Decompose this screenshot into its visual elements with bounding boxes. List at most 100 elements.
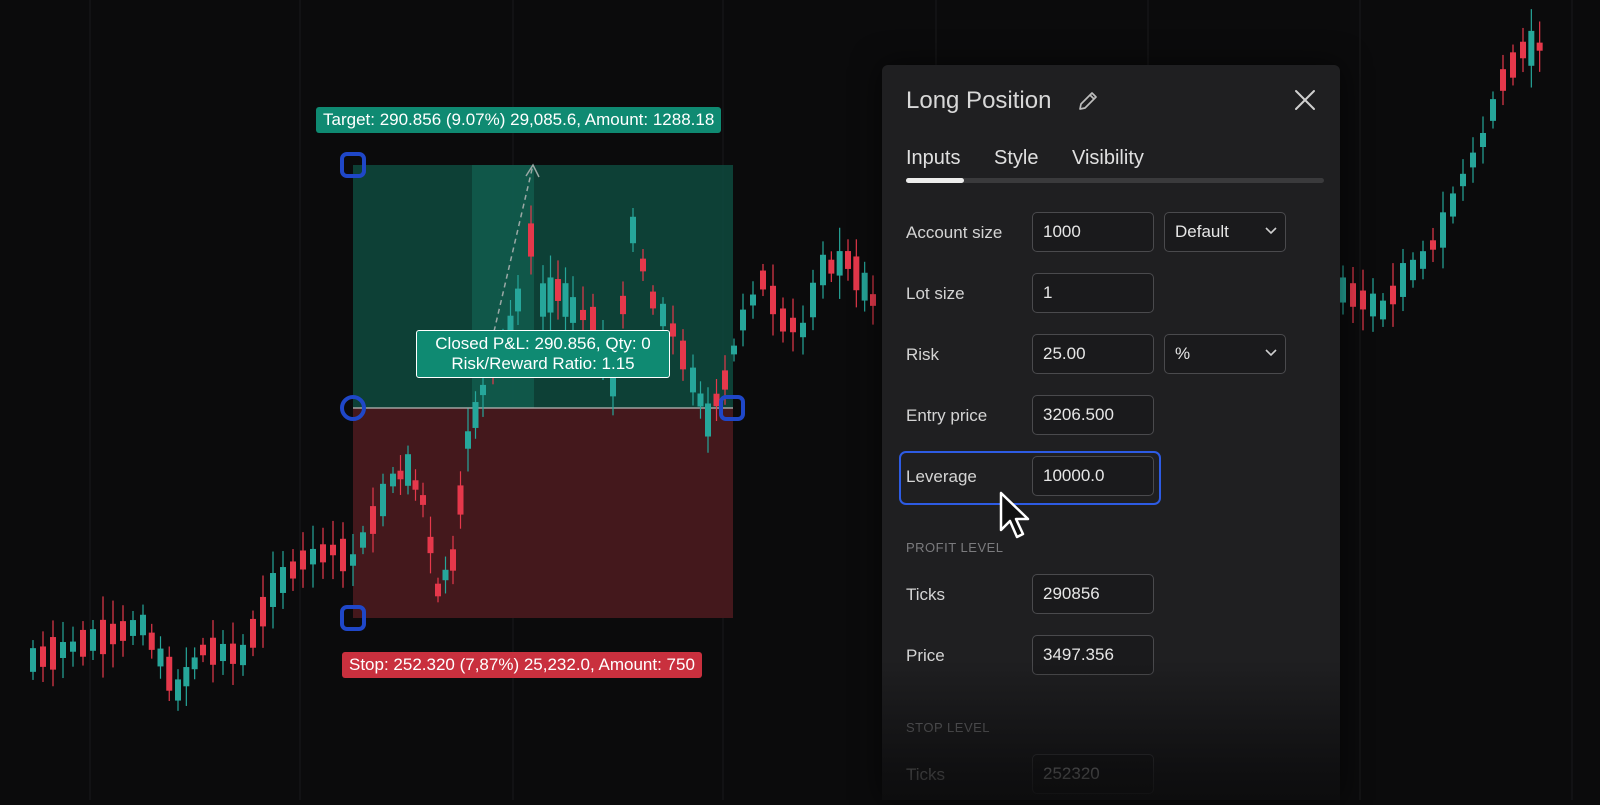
candle-body [540,283,546,317]
candle-body [427,536,434,554]
chevron-down-icon [1265,227,1277,235]
candle-body [562,283,569,317]
candle-body [1370,293,1376,317]
candle-body [250,618,256,648]
close-icon[interactable] [1292,87,1318,113]
candle-body [1420,251,1426,269]
stop-ticks-label: Ticks [906,765,946,784]
target-handle[interactable] [340,152,366,178]
risk-reward-text: Risk/Reward Ratio: 1.15 [451,354,635,373]
candle-body [280,567,286,593]
account-size-label: Account size [906,223,1003,242]
risk-input[interactable]: 25.00 [1032,334,1154,374]
chart-canvas[interactable] [0,0,1600,800]
candle-body [680,340,686,370]
candle-body [760,270,766,290]
panel-title: Long Position [906,87,1052,114]
profit-ticks-label: Ticks [906,585,946,604]
chart-grid [89,0,1573,800]
candle-body [390,473,396,487]
candle-body [120,621,126,641]
candle-body [420,495,426,505]
candle-body [836,251,843,276]
candle-body [60,642,66,658]
candle-body [310,548,316,565]
candle-body [465,431,471,449]
candle-body [397,470,404,480]
candle-body [200,644,206,656]
candle-body [1400,263,1406,297]
candle-body [1470,152,1476,168]
entry-price-input[interactable]: 3206.500 [1032,395,1154,435]
candle-body [70,641,76,652]
tab-indicator [906,178,964,183]
stop-ticks-input[interactable]: 252320 [1032,754,1154,794]
candle-body [191,657,198,670]
tab-visibility[interactable]: Visibility [1072,147,1144,170]
account-currency-value: Default [1175,222,1229,241]
candle-body [1520,41,1526,59]
candle-body [861,272,868,301]
account-size-input[interactable]: 1000 [1032,212,1154,252]
candle-body [697,393,704,407]
candle-body [1460,173,1466,187]
stop-handle[interactable] [340,605,366,631]
candle-body [1450,193,1456,217]
candle-body [740,309,746,331]
lot-size-input[interactable]: 1 [1032,273,1154,313]
lot-size-label: Lot size [906,284,965,303]
tab-inputs[interactable]: Inputs [906,147,960,170]
risk-label: Risk [906,345,940,364]
tab-style[interactable]: Style [994,147,1038,170]
candle-body [722,370,728,390]
stop-level-header: STOP LEVEL [906,720,991,735]
candle-body [110,623,116,645]
candle-body [620,295,626,315]
leverage-input[interactable]: 10000.0 [1032,456,1154,496]
candle-body [320,544,326,563]
stop-zone[interactable] [353,408,733,618]
candle-body [166,656,173,691]
candle-body [100,619,106,655]
candle-body [770,285,776,315]
risk-unit-select[interactable]: % [1164,334,1286,374]
candle-body [450,549,456,571]
range-end-handle[interactable] [719,395,745,421]
candle-body [435,583,441,597]
entry-handle[interactable] [340,395,366,421]
candle-body [442,569,449,581]
candle-body [140,614,146,636]
candle-body [350,554,356,566]
candle-body [1528,30,1535,66]
account-currency-select[interactable]: Default [1164,212,1286,252]
candle-body [1390,285,1396,305]
candle-body [555,279,561,301]
candle-body [40,646,46,667]
candle-body [290,561,296,579]
candle-body [528,223,534,257]
candle-body [480,384,486,396]
candle-body [1500,69,1506,91]
candle-body [148,632,155,650]
profit-ticks-input[interactable]: 290856 [1032,574,1154,614]
candle-body [240,644,246,666]
candle-body [1440,212,1446,248]
candle-body [380,483,386,517]
candle-body [790,317,796,333]
candle-body [800,322,806,338]
risk-unit-value: % [1175,344,1191,363]
candle-body [340,538,346,572]
candle-body [360,532,366,548]
chevron-down-icon [1265,349,1277,357]
candle-body [780,308,786,332]
candle-body [260,596,266,627]
pencil-icon[interactable] [1076,89,1100,113]
candle-body [30,648,36,672]
candle-body [1430,240,1436,250]
profit-price-input[interactable]: 3497.356 [1032,635,1154,675]
candle-body [870,294,876,306]
candle-body [731,345,737,355]
tab-track [906,178,1324,183]
profit-price-label: Price [906,646,945,665]
price-chart[interactable] [0,0,1600,800]
